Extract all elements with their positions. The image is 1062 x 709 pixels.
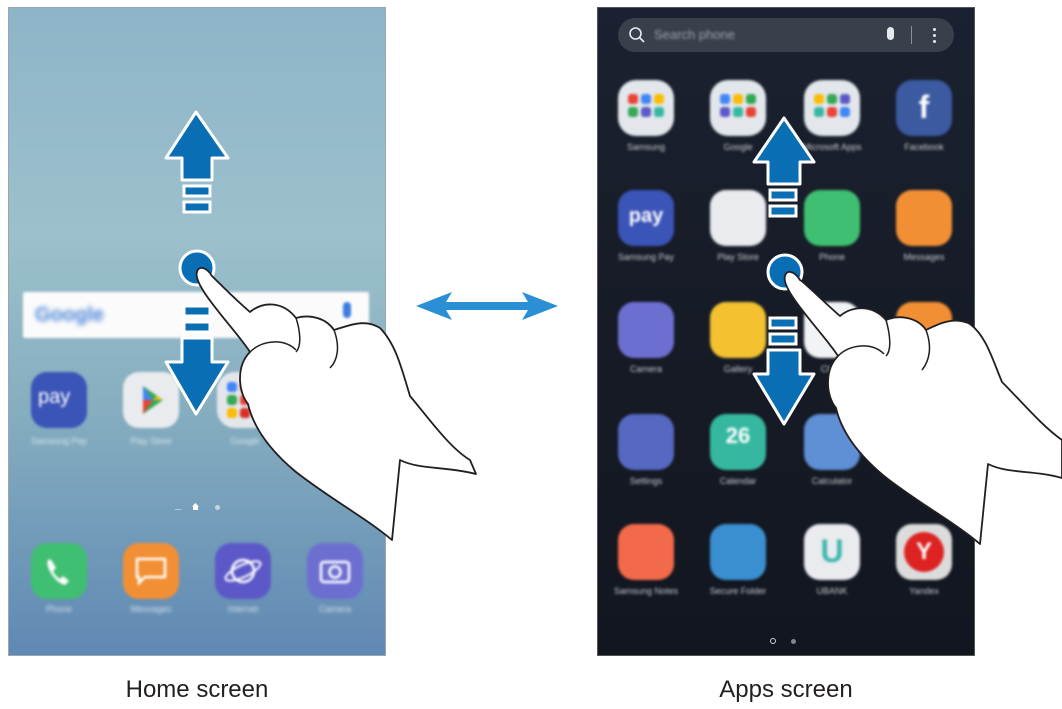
swipe-down-arrow-icon <box>752 316 816 426</box>
camera-icon[interactable] <box>618 302 674 358</box>
swipe-down-arrow-icon <box>164 304 230 416</box>
home-gesture-overlay <box>164 110 477 541</box>
swap-arrow-icon <box>416 292 558 320</box>
swipe-up-arrow-icon <box>752 116 816 218</box>
swipe-up-arrow-icon <box>164 110 230 214</box>
hand-icon <box>783 271 1062 545</box>
samsung-notes-icon[interactable] <box>618 524 674 580</box>
app-label: Settings <box>629 476 663 486</box>
samsung-folder-icon[interactable] <box>618 80 674 136</box>
apps-screen-caption: Apps screen <box>719 676 853 703</box>
app-label: Samsung Pay <box>617 252 675 262</box>
samsung-pay-icon[interactable]: pay <box>618 190 674 246</box>
apps-gesture-overlay <box>752 116 1062 545</box>
search-icon <box>629 27 645 43</box>
app-label: Samsung <box>626 142 666 152</box>
settings-icon[interactable] <box>618 414 674 470</box>
app-label: Samsung Notes <box>613 586 679 596</box>
home-screen-caption: Home screen <box>125 676 269 703</box>
app-label: Camera <box>629 364 662 374</box>
